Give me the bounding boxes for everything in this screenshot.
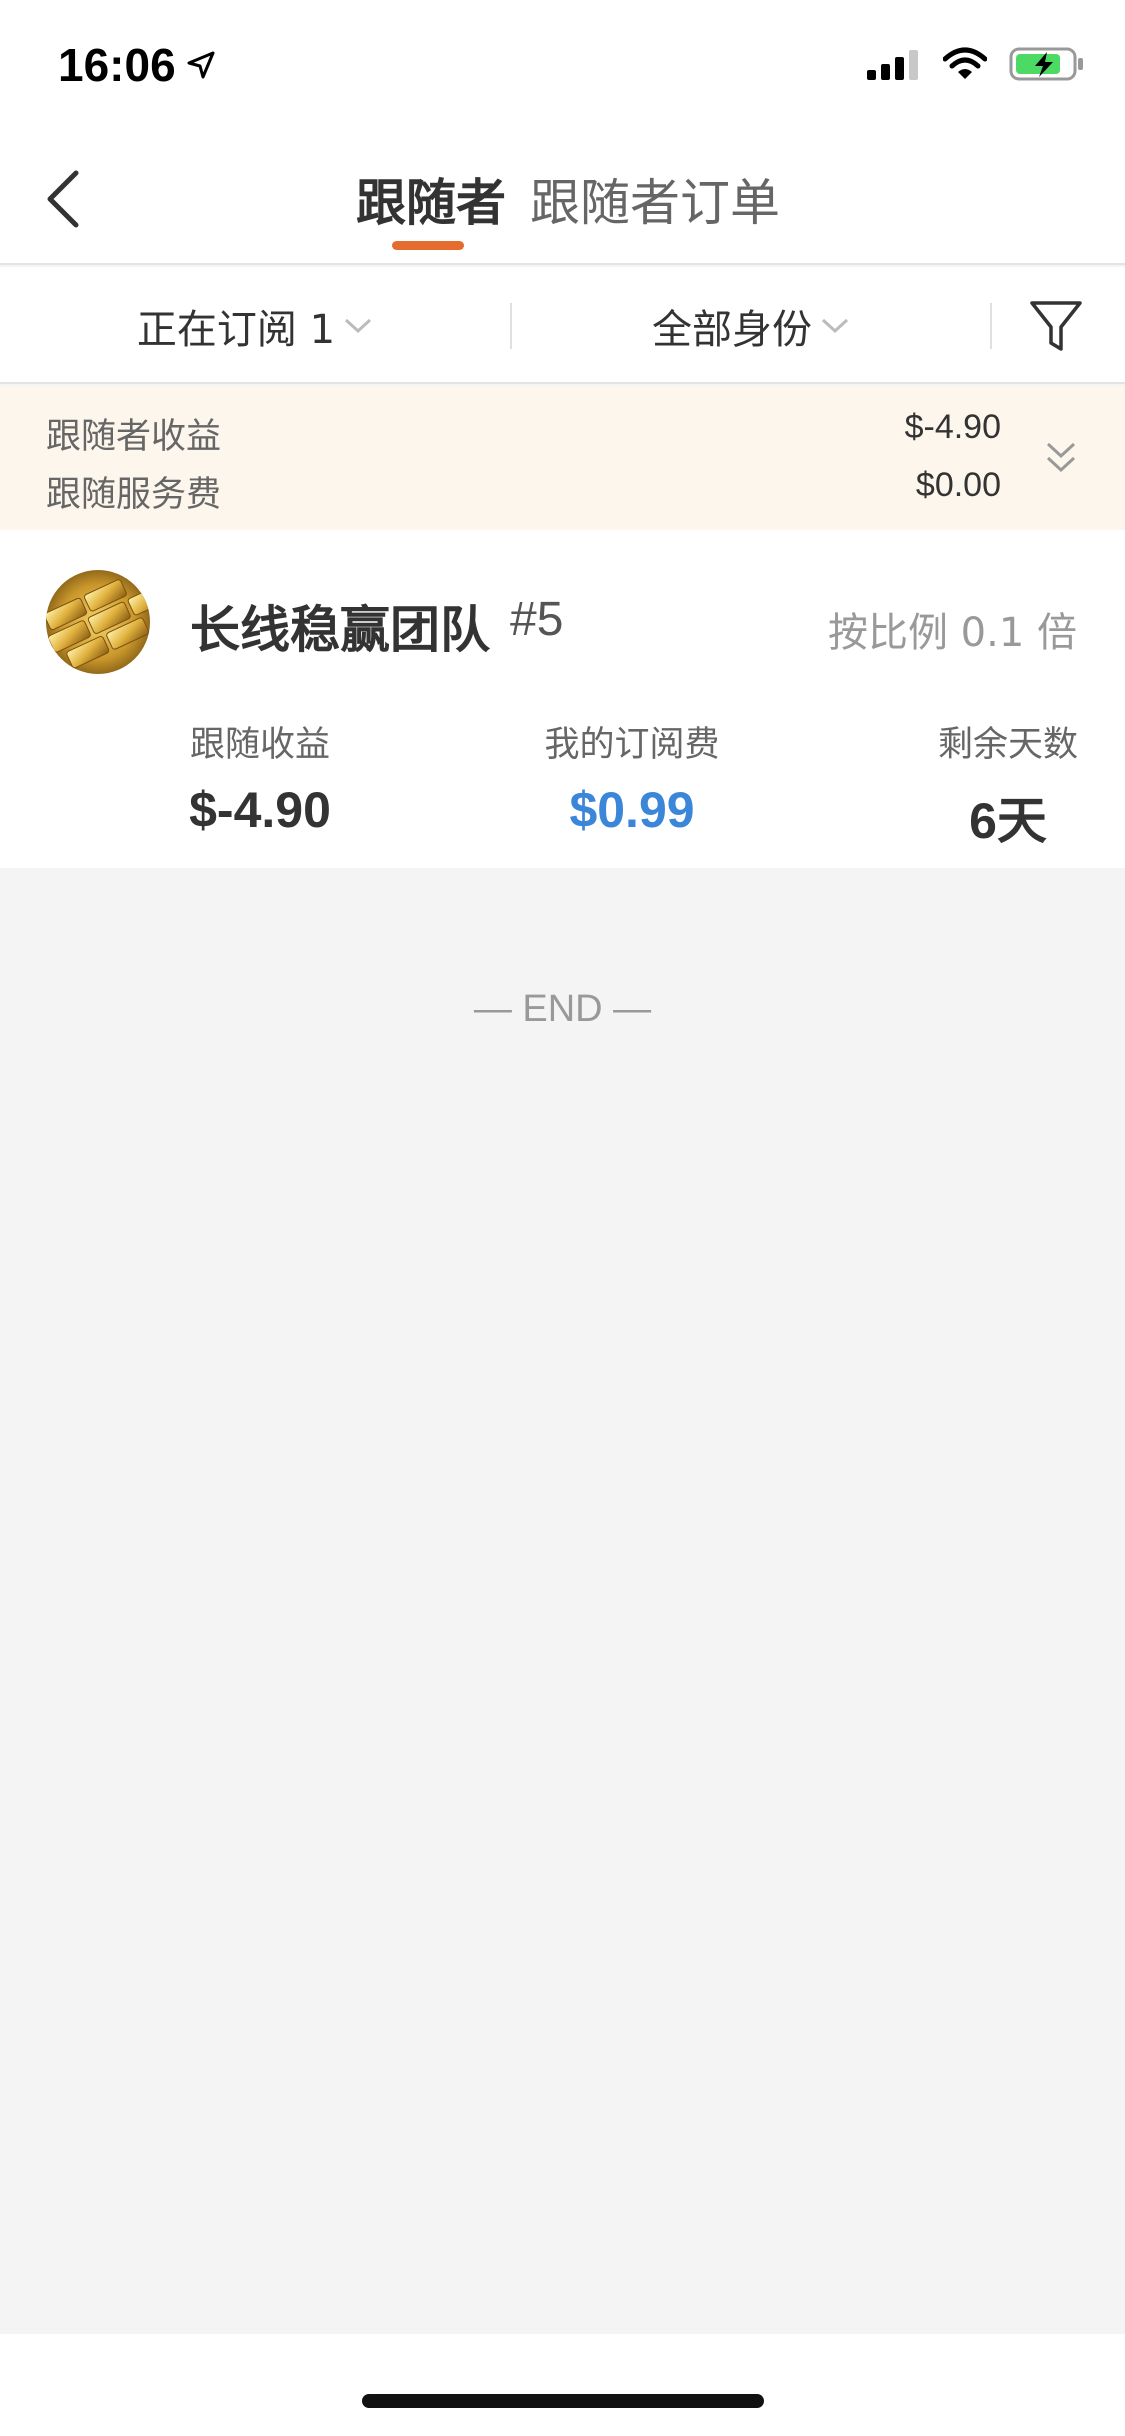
strategy-name: 长线稳赢团队	[190, 601, 490, 659]
time-text: 16:06	[58, 39, 176, 91]
nav-bar: 跟随者 跟随者订单	[0, 135, 1125, 265]
follower-income-label: 跟随者收益	[46, 417, 222, 457]
identity-filter-label: 全部身份	[652, 306, 812, 353]
follower-income-row: 跟随者收益 $-4.90	[46, 408, 1001, 459]
follow-ratio: 按比例 0.1 倍	[827, 610, 1077, 656]
income-summary: 跟随者收益 $-4.90 跟随服务费 $0.00	[0, 386, 1125, 530]
service-fee-row: 跟随服务费 $0.00	[46, 466, 1001, 517]
wifi-icon	[943, 47, 987, 79]
stat-label: 剩余天数	[937, 725, 1078, 765]
location-arrow-icon	[187, 51, 215, 79]
tab-follower-orders[interactable]: 跟随者订单	[530, 163, 780, 235]
status-bar: 16:06	[0, 0, 1125, 135]
stat-remaining-days: 剩余天数 6天	[898, 716, 1118, 853]
follower-income-value: $-4.90	[904, 408, 1001, 446]
service-fee-label: 跟随服务费	[46, 475, 222, 515]
stat-value: $-4.90	[189, 782, 331, 838]
strategy-number: #5	[510, 593, 564, 646]
avatar	[46, 570, 150, 674]
stat-label: 我的订阅费	[544, 725, 720, 765]
subscription-filter-label: 正在订阅 1	[136, 306, 336, 353]
identity-filter-dropdown[interactable]: 全部身份	[512, 267, 990, 384]
cellular-signal-icon	[867, 50, 918, 80]
filter-divider	[990, 303, 992, 349]
list-end-marker: — END —	[473, 988, 652, 1030]
tab-followers[interactable]: 跟随者	[356, 163, 506, 235]
filter-funnel-icon[interactable]	[1027, 297, 1085, 355]
active-tab-indicator	[392, 241, 464, 250]
home-indicator[interactable]	[362, 2394, 764, 2408]
gold-bars-avatar-image	[46, 570, 150, 674]
stat-label: 跟随收益	[189, 725, 330, 765]
subscription-filter-dropdown[interactable]: 正在订阅 1	[0, 267, 510, 384]
battery-charging-icon	[1009, 47, 1083, 81]
chevron-down-icon	[345, 318, 372, 333]
stat-subscription-fee: 我的订阅费 $0.99	[522, 716, 742, 839]
back-button[interactable]	[36, 163, 96, 233]
filter-row: 正在订阅 1 全部身份	[0, 267, 1125, 384]
bottom-safe-area	[0, 2334, 1125, 2436]
chevron-down-icon	[821, 318, 849, 333]
double-chevron-down-icon[interactable]	[1043, 438, 1079, 478]
stat-value: 6天	[969, 793, 1047, 849]
stat-follow-income: 跟随收益 $-4.90	[150, 716, 370, 839]
status-time: 16:06	[58, 38, 216, 92]
status-icons	[867, 46, 1085, 82]
stat-value: $0.99	[569, 782, 695, 838]
service-fee-value: $0.00	[915, 466, 1001, 504]
subscription-card[interactable]: 长线稳赢团队 #5 按比例 0.1 倍 跟随收益 $-4.90 我的订阅费 $0…	[0, 530, 1125, 868]
chevron-left-icon	[47, 170, 79, 228]
